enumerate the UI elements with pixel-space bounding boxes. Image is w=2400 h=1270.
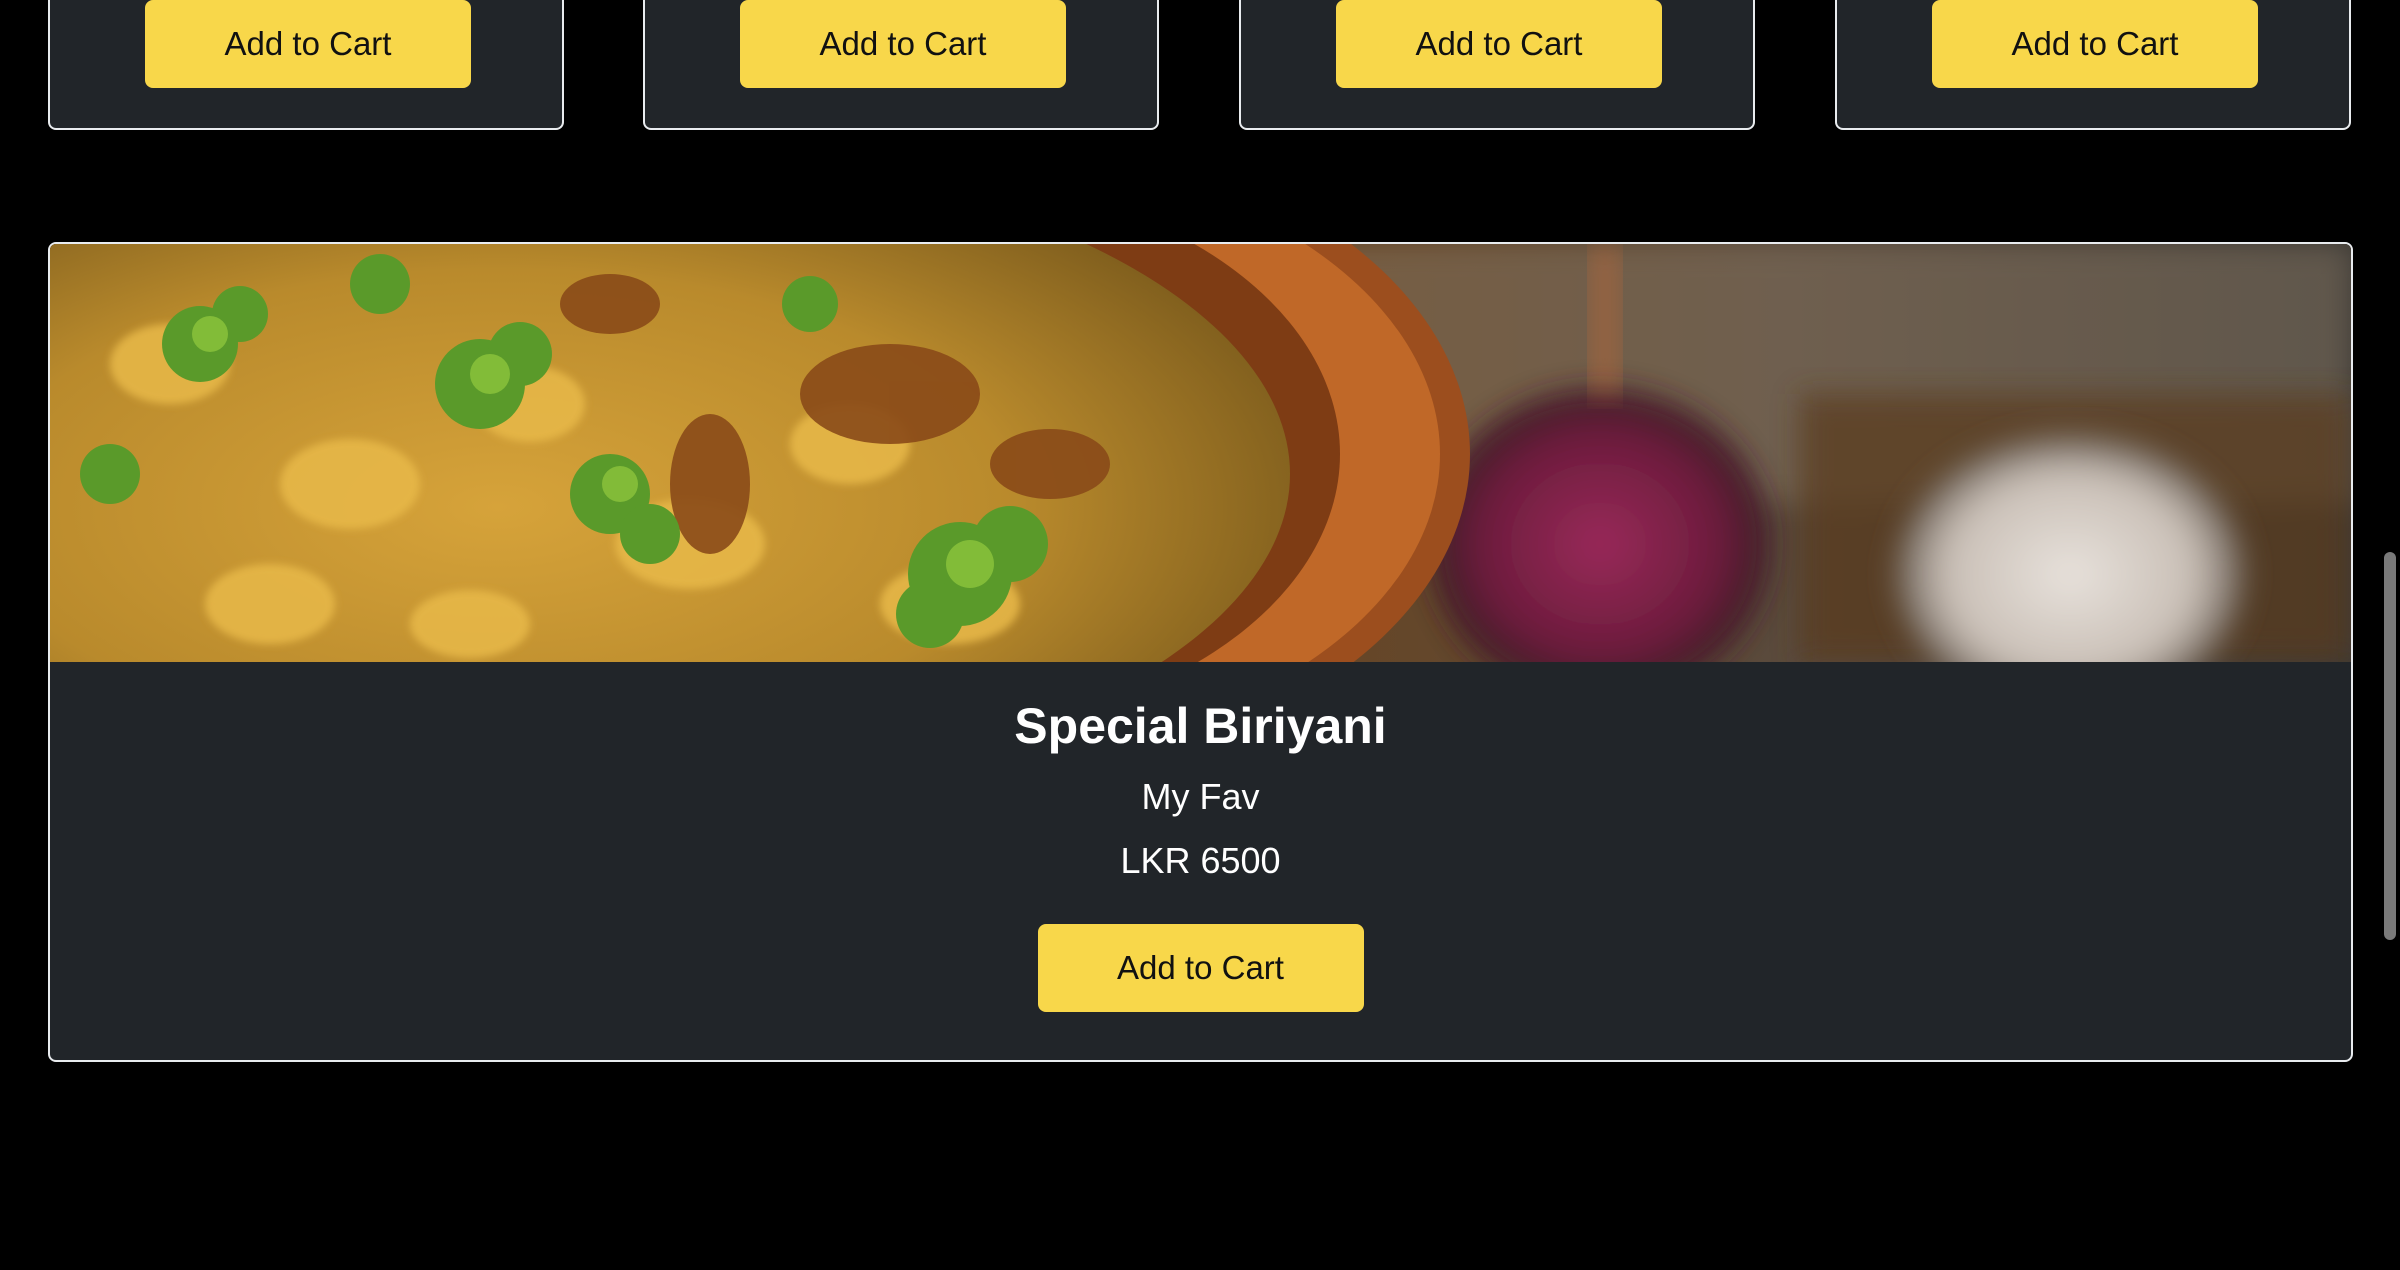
product-card: Add to Cart [1835, 0, 2351, 130]
featured-product-card: Special Biriyani My Fav LKR 6500 Add to … [48, 242, 2353, 1062]
product-description: My Fav [1141, 776, 1260, 817]
add-to-cart-button[interactable]: Add to Cart [740, 0, 1066, 88]
add-to-cart-button[interactable]: Add to Cart [1037, 924, 1364, 1012]
product-card: Add to Cart [48, 0, 564, 130]
scrollbar-thumb[interactable] [2384, 552, 2396, 940]
scrollbar[interactable] [2378, 0, 2400, 1270]
menu-page: Add to Cart Add to Cart Add to Cart Add … [0, 0, 2400, 1270]
add-to-cart-button[interactable]: Add to Cart [1932, 0, 2258, 88]
product-price: LKR 6500 [1120, 840, 1281, 881]
add-to-cart-button[interactable]: Add to Cart [145, 0, 471, 88]
product-card: Add to Cart [1239, 0, 1755, 130]
food-photo [50, 244, 2351, 662]
product-row: Add to Cart Add to Cart Add to Cart Add … [0, 0, 2400, 132]
product-title: Special Biriyani [1014, 698, 1387, 754]
add-to-cart-button[interactable]: Add to Cart [1336, 0, 1662, 88]
product-card: Add to Cart [643, 0, 1159, 130]
featured-product-details: Special Biriyani My Fav LKR 6500 Add to … [50, 662, 2351, 1012]
